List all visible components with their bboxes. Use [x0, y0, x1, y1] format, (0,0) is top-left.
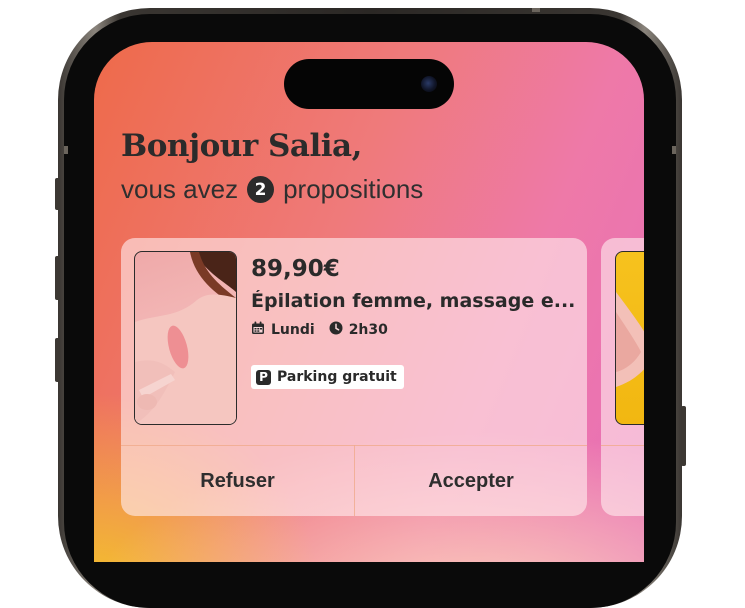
subtitle-suffix: propositions	[283, 174, 424, 204]
app-screen: Bonjour Salia, vous avez 2 propositions …	[94, 42, 644, 562]
appointment-day-label: Lundi	[271, 321, 315, 338]
next-proposal-card[interactable]	[601, 238, 644, 516]
antenna-band	[532, 8, 540, 12]
service-photo	[134, 251, 237, 425]
proposal-card[interactable]: 89,90€ Épilation femme, massage e... Lun…	[121, 238, 587, 516]
action-button	[55, 178, 60, 210]
parking-badge: P Parking gratuit	[251, 365, 404, 389]
service-title: Épilation femme, massage e...	[251, 290, 576, 312]
appointment-day: Lundi	[251, 320, 315, 339]
parking-icon: P	[256, 369, 271, 385]
volume-up-button	[55, 256, 60, 300]
antenna-band	[64, 146, 68, 154]
antenna-band	[672, 146, 676, 154]
refuse-button[interactable]: Refuser	[121, 446, 354, 516]
front-camera	[421, 76, 437, 92]
power-button	[681, 406, 686, 466]
proposals-subtitle: vous avez 2 propositions	[121, 174, 423, 205]
volume-down-button	[55, 338, 60, 382]
appointment-duration: 2h30	[329, 320, 388, 339]
proposal-count-badge: 2	[247, 176, 275, 203]
greeting-title: Bonjour Salia,	[121, 128, 362, 164]
next-card-divider	[601, 445, 644, 446]
appointment-duration-label: 2h30	[348, 321, 388, 338]
clock-icon	[329, 320, 343, 339]
proposal-price: 89,90€	[251, 256, 340, 282]
parking-label: Parking gratuit	[277, 369, 397, 385]
appointment-meta: Lundi 2h30	[251, 320, 402, 339]
next-service-photo	[615, 251, 644, 425]
accept-button[interactable]: Accepter	[355, 446, 587, 516]
subtitle-prefix: vous avez	[121, 174, 239, 204]
calendar-icon	[251, 320, 265, 339]
